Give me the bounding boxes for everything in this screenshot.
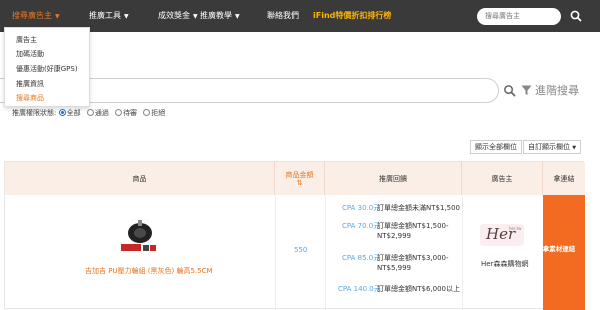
column-header-product: 商品 (5, 162, 275, 195)
cpa-condition-3b: NT$5,999 (377, 264, 412, 272)
table-header: 商品 商品金額 ⇅ 推廣回饋 廣告主 拿連結 (5, 162, 585, 195)
radio-label: 拒絕 (151, 109, 166, 117)
status-radio-pending[interactable]: 待審 (115, 109, 137, 117)
radio-label: 通過 (94, 109, 109, 117)
product-table: 商品 商品金額 ⇅ 推廣回饋 廣告主 拿連結 吉加吉 PU壓力輪組 (黑灰色) … (4, 161, 585, 310)
cpa-condition-1: 訂單總金額未滿NT$1,500 (377, 204, 461, 212)
column-header-bonus: 推廣回饋 (325, 162, 462, 195)
nav-item-contact[interactable]: 聯絡我們 (267, 0, 299, 32)
radio-icon (86, 109, 94, 116)
nav-item-label: 推廣工具 (89, 11, 121, 20)
dropdown-item-promo-info[interactable]: 推廣資訊 (16, 79, 44, 89)
search-icon[interactable] (569, 9, 583, 23)
product-price: 550 (294, 246, 308, 254)
nav-item-label: 推廣教學 (200, 11, 232, 20)
advertiser-logo[interactable]: Her her.tw (480, 224, 524, 246)
show-all-columns-button[interactable]: 顯示全部欄位 (470, 140, 522, 154)
advanced-search-label: 進階搜尋 (535, 84, 579, 97)
column-divider (275, 195, 276, 310)
nav-item-tutorial[interactable]: 推廣教學 ▼ (200, 0, 240, 32)
custom-columns-button[interactable]: 自訂顯示欄位 ▼ (523, 140, 582, 154)
dropdown-item-deals-gps[interactable]: 優惠活動(好康GPS) (16, 64, 78, 74)
product-image[interactable] (119, 218, 161, 256)
promotion-status-filter: 推廣權限狀態: 全部 通過 待審 拒絕 (12, 108, 169, 118)
caret-down-icon: ▼ (124, 13, 129, 20)
dropdown-item-search-products[interactable]: 搜尋商品 (16, 93, 44, 103)
radio-icon (58, 109, 66, 116)
advertiser-dropdown-menu: 廣告主 加碼活動 優惠活動(好康GPS) 推廣資訊 搜尋商品 (4, 27, 90, 107)
nav-item-label: 搜尋廣告主 (12, 11, 52, 20)
radio-label: 待審 (123, 109, 138, 117)
dropdown-item-bonus-event[interactable]: 加碼活動 (16, 49, 44, 59)
filter-icon (521, 85, 532, 95)
caret-down-icon: ▼ (193, 13, 198, 20)
cpa-condition-4: 訂單總金額NT$6,000以上 (377, 285, 461, 293)
nav-item-ifind-ranking[interactable]: iFind特價折扣排行榜 (313, 0, 391, 32)
nav-item-bonus[interactable]: 成效獎金 ▼ (158, 0, 198, 32)
advertiser-logo-small: her.tw (509, 226, 522, 231)
search-icon[interactable] (503, 84, 516, 97)
column-header-advertiser: 廣告主 (462, 162, 543, 195)
advertiser-name[interactable]: Her森森購物網 (481, 259, 528, 269)
column-divider (325, 195, 326, 310)
nav-search-input[interactable] (477, 8, 561, 25)
status-radio-rejected[interactable]: 拒絕 (143, 109, 165, 117)
cpa-condition-2b: NT$2,999 (377, 232, 412, 240)
status-filter-label: 推廣權限狀態: (12, 109, 57, 117)
sort-icon: ⇅ (296, 179, 303, 187)
radio-icon (143, 109, 151, 116)
cpa-tier-1: CPA 30.0元 (342, 204, 381, 212)
nav-item-label: iFind特價折扣排行榜 (313, 11, 392, 20)
column-header-link: 拿連結 (553, 174, 575, 183)
cpa-tier-3: CPA 85.0元 (342, 254, 381, 262)
column-divider (462, 195, 463, 310)
dropdown-item-advertiser[interactable]: 廣告主 (16, 35, 37, 45)
cpa-condition-2: 訂單總金額NT$1,500- (377, 222, 449, 230)
radio-label: 全部 (66, 109, 81, 117)
product-name-link[interactable]: 吉加吉 PU壓力輪組 (黑灰色) 輪高5.5CM (85, 266, 213, 276)
cpa-tier-2: CPA 70.0元 (342, 222, 381, 230)
custom-columns-label: 自訂顯示欄位 (528, 143, 570, 151)
column-header-price[interactable]: 商品金額 ⇅ (275, 162, 325, 195)
nav-item-label: 聯絡我們 (267, 11, 299, 20)
caret-down-icon: ▼ (235, 13, 240, 20)
radio-icon (115, 109, 123, 116)
top-nav-bar: 搜尋廣告主 ▼ 推廣工具 ▼ 成效獎金 ▼ 推廣教學 ▼ 聯絡我們 iFind特價折扣排… (0, 0, 600, 32)
status-radio-approved[interactable]: 通過 (86, 109, 109, 117)
cpa-tier-4: CPA 140.0元 (338, 285, 381, 293)
caret-down-icon: ▼ (572, 145, 577, 151)
cpa-condition-3: 訂單總金額NT$3,000- (377, 254, 449, 262)
nav-item-label: 成效獎金 (158, 11, 190, 20)
status-radio-all[interactable]: 全部 (58, 109, 81, 117)
get-material-link-button[interactable]: 拿素材連結 (538, 242, 580, 256)
nav-item-promo-tools[interactable]: 推廣工具 ▼ (89, 0, 129, 32)
